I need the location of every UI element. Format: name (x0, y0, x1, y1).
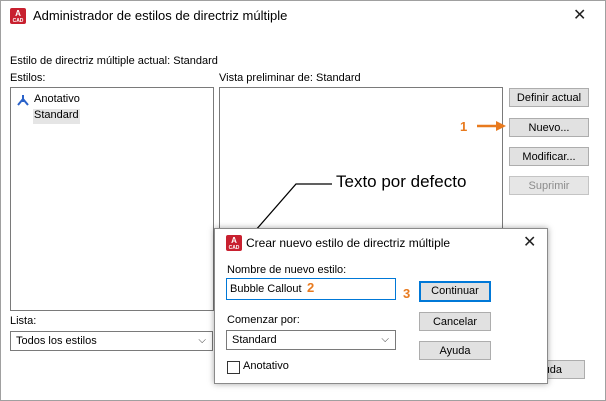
styles-label: Estilos: (10, 72, 46, 84)
start-label: Comenzar por: (227, 314, 300, 326)
list-filter-label: Lista: (10, 315, 37, 327)
list-filter-value: Todos los estilos (16, 335, 97, 347)
list-item-label: Standard (34, 109, 79, 121)
current-style-label: Estilo de directriz múltiple actual: Sta… (10, 55, 218, 67)
name-input-value: Bubble Callout (230, 283, 302, 295)
styles-list[interactable]: Anotativo Standard (10, 87, 214, 311)
annotative-checkbox-label: Anotativo (243, 360, 289, 372)
step-2-marker: 2 (307, 280, 315, 295)
help-button[interactable]: Ayuda (419, 341, 491, 360)
new-button[interactable]: Nuevo... (509, 118, 589, 137)
start-select[interactable]: Standard ⌵ (226, 330, 396, 350)
autocad-a-icon: A CAD (226, 235, 242, 251)
autocad-a-icon: A CAD (10, 8, 26, 24)
step-3-marker: 3 (403, 286, 411, 301)
close-icon[interactable]: ✕ (573, 8, 586, 24)
list-item-standard[interactable]: Standard (33, 109, 80, 124)
callout-text: Texto por defecto (336, 172, 467, 191)
window-title: Administrador de estilos de directriz mú… (33, 8, 288, 23)
name-label: Nombre de nuevo estilo: (227, 264, 347, 276)
list-item-label: Anotativo (34, 93, 80, 105)
continue-button[interactable]: Continuar (419, 281, 491, 302)
set-current-button[interactable]: Definir actual (509, 88, 589, 107)
create-style-dialog: A CAD Crear nuevo estilo de directriz múl… (214, 228, 548, 384)
cancel-button[interactable]: Cancelar (419, 312, 491, 331)
chevron-down-icon: ⌵ (198, 335, 206, 346)
list-filter-select[interactable]: Todos los estilos ⌵ (10, 331, 213, 351)
delete-button[interactable]: Suprimir (509, 176, 589, 195)
start-select-value: Standard (232, 334, 277, 346)
callout-leader (254, 183, 332, 232)
preview-label: Vista preliminar de: Standard (219, 72, 361, 84)
dialog-title: Crear nuevo estilo de directriz múltiple (246, 236, 451, 250)
chevron-down-icon: ⌵ (381, 334, 389, 345)
step-1-arrow (477, 121, 506, 131)
step-1-marker: 1 (460, 119, 468, 134)
close-icon[interactable]: ✕ (523, 235, 536, 251)
annotative-checkbox[interactable] (227, 361, 240, 374)
title-bar: A CAD Administrador de estilos de directr… (1, 1, 605, 31)
modify-button[interactable]: Modificar... (509, 147, 589, 166)
annotative-scale-icon (17, 95, 29, 106)
list-item-anotativo[interactable]: Anotativo (17, 93, 197, 108)
